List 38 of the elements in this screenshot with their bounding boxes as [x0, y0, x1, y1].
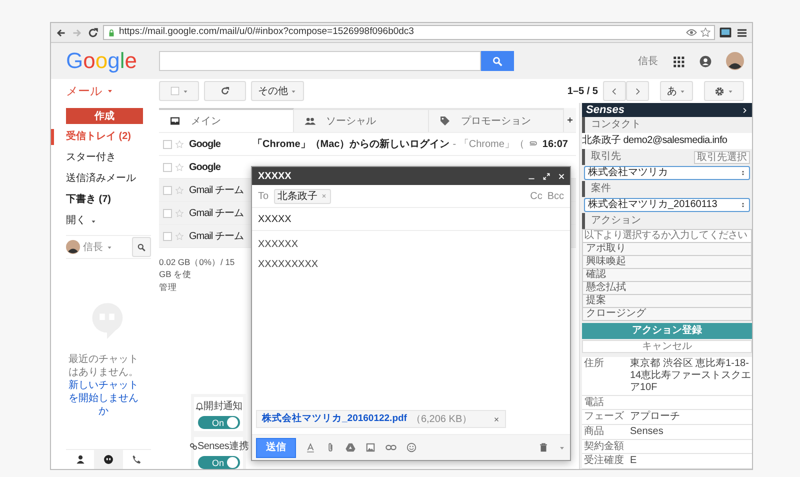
section-title: コンタクト — [591, 118, 641, 132]
chat-empty-text: 最近のチャットはありません。 — [68, 353, 140, 379]
field-value: E — [630, 454, 638, 468]
toggle-label: Senses連携 — [198, 440, 248, 454]
sender: Google — [189, 162, 220, 172]
field-label: 商品 — [583, 425, 605, 439]
contact-text: 北条政子 demo2@salesmedia.info — [582, 133, 752, 149]
field-value: 東京都 渋谷区 恵比寿1-18-14恵比寿ファーストスクエア10F — [630, 357, 752, 395]
field-label: 契約金額 — [583, 440, 625, 453]
attachment-size: （6,206 KB） — [410, 412, 472, 426]
field-label: フェーズ — [583, 410, 625, 424]
sender: Gmail チーム — [189, 184, 244, 196]
url-text: https://mail.google.com/mail/u/0/#inbox?compose=1526998f096b0dc3 — [119, 25, 414, 40]
time: 16:07 — [542, 138, 568, 152]
section-title: 案件 — [591, 182, 611, 196]
body-text: XXXXXX — [258, 238, 300, 252]
tab-label: プロモーション — [461, 114, 531, 128]
storage-usage: 0.02 GB（0%）/ 15 GB を使 — [159, 256, 236, 280]
body-text: XXXXXXXXX — [258, 258, 320, 272]
tab-label: メイン — [191, 114, 221, 128]
toggle-label: 開封通知 — [204, 400, 242, 414]
subject: 「Chrome」（Mac）からの新しいログイン — [252, 137, 450, 152]
compose-title: XXXXX — [258, 170, 292, 184]
section-title: アクション — [591, 214, 641, 228]
section-title: 取引先 — [591, 150, 621, 164]
tab-label: ソーシャル — [326, 114, 376, 128]
field-value: Senses — [630, 425, 664, 439]
sender: Google — [189, 138, 220, 150]
field-label: 受注確度 — [583, 454, 625, 468]
field-label: 電話 — [583, 396, 605, 409]
sender: Gmail チーム — [189, 230, 244, 242]
field-label: 住所 — [583, 357, 605, 371]
snippet: - 「Chrome」（ — [452, 138, 524, 152]
page-range: 1–5 / 5 — [567, 84, 598, 98]
to-label: To — [258, 190, 269, 204]
field-value: アプローチ — [630, 410, 681, 424]
panel-title: Senses — [586, 102, 625, 118]
sender: Gmail チーム — [189, 208, 244, 218]
